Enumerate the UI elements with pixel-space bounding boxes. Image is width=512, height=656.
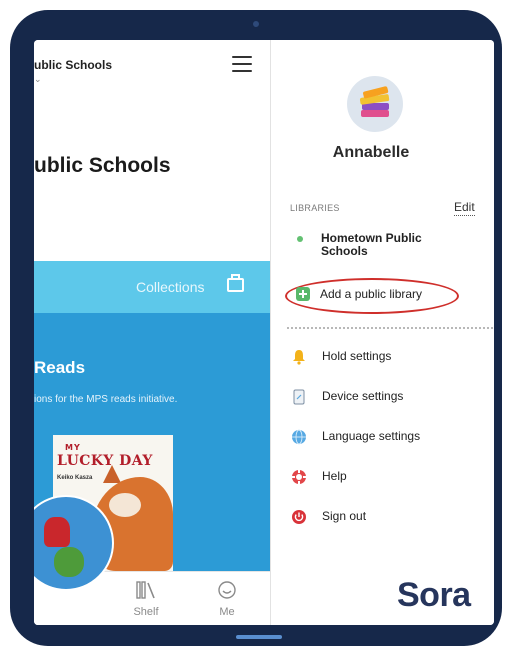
avatar[interactable]: [347, 76, 403, 132]
smiley-icon: [218, 581, 236, 599]
collections-label: Collections: [136, 279, 205, 295]
menu-label: Sign out: [322, 509, 367, 523]
nav-shelf[interactable]: Shelf: [116, 580, 176, 620]
add-public-library-button[interactable]: Add a public library: [285, 280, 459, 308]
book-title-main: LUCKY DAY: [57, 453, 153, 469]
libraries-section-label: LIBRARIES: [290, 203, 340, 213]
user-name: Annabelle: [332, 144, 410, 161]
menu-label: Help: [322, 469, 347, 483]
bell-icon: [293, 350, 305, 365]
side-menu: Annabelle LIBRARIES Edit Hometown Public…: [271, 40, 494, 625]
power-icon: [292, 510, 306, 524]
home-indicator[interactable]: [236, 635, 282, 639]
hero-red-figure: [44, 517, 70, 547]
library-switch-chevron-icon[interactable]: ⌄: [34, 74, 42, 85]
library-title-header[interactable]: ublic Schools: [34, 58, 112, 72]
reads-section-title: Reads: [34, 358, 86, 377]
screen: ublic Schools ⌄ ublic Schools Collection…: [34, 40, 494, 625]
menu-label: Language settings: [322, 429, 421, 443]
globe-icon: [292, 429, 306, 445]
menu-label: Hold settings: [322, 349, 392, 363]
book-title-top: MY: [65, 443, 81, 452]
nav-me[interactable]: Me: [197, 580, 257, 620]
menu-label: Device settings: [322, 389, 404, 403]
add-public-library-label: Add a public library: [320, 287, 423, 301]
collections-icon: [227, 274, 244, 292]
books-stack-icon: [359, 86, 390, 117]
collections-bar[interactable]: Collections: [34, 261, 270, 313]
library-item-hometown[interactable]: Hometown Public Schools: [321, 232, 471, 258]
page-title: ublic Schools: [34, 154, 171, 177]
plus-icon: [296, 287, 310, 301]
book-author: Keiko Kasza: [57, 475, 93, 481]
library-home-pane: ublic Schools ⌄ ublic Schools Collection…: [34, 40, 270, 625]
edit-libraries-button[interactable]: Edit: [454, 200, 475, 216]
device-icon: [293, 389, 305, 405]
hero-green-figure: [54, 547, 84, 577]
menu-item-help[interactable]: Help: [291, 466, 481, 488]
menu-divider: [287, 327, 494, 329]
menu-item-device-settings[interactable]: Device settings: [291, 386, 481, 408]
lifebuoy-icon: [292, 470, 306, 484]
sora-logo: Sora: [397, 576, 471, 614]
fox-face-illustration: [109, 493, 141, 517]
hamburger-menu-icon[interactable]: [232, 56, 252, 72]
reads-section-description: ions for the MPS reads initiative.: [34, 394, 178, 405]
menu-item-sign-out[interactable]: Sign out: [291, 506, 481, 528]
nav-me-label: Me: [219, 606, 235, 618]
shelf-icon: [136, 581, 155, 599]
menu-item-language-settings[interactable]: Language settings: [291, 426, 481, 448]
camera-dot: [253, 21, 259, 27]
active-library-indicator: [297, 236, 303, 242]
nav-shelf-label: Shelf: [133, 606, 159, 618]
menu-item-hold-settings[interactable]: Hold settings: [291, 346, 481, 368]
